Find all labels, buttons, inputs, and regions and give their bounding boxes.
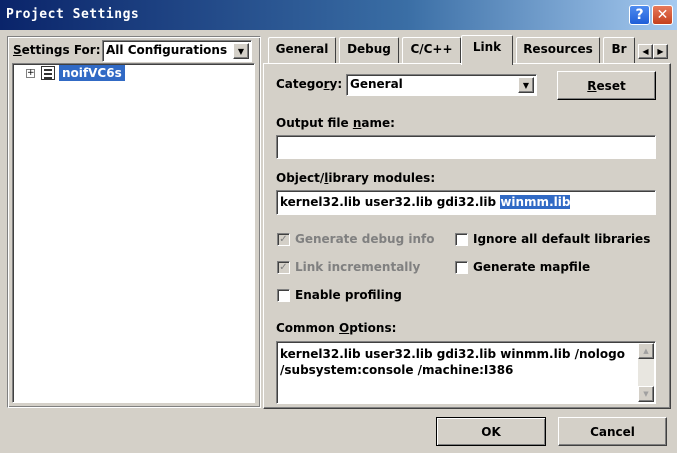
tree-expander-icon[interactable]: + bbox=[26, 69, 35, 78]
cancel-button[interactable]: Cancel bbox=[558, 417, 667, 446]
project-tree[interactable]: + noifVC6s bbox=[12, 63, 255, 403]
configuration-combo[interactable]: All Configurations ▼ bbox=[102, 40, 252, 62]
category-label: Category: bbox=[276, 77, 343, 91]
chevron-down-icon[interactable]: ▼ bbox=[233, 43, 249, 59]
link-incrementally-checkbox[interactable]: ✓ bbox=[277, 261, 290, 274]
category-combo[interactable]: General ▼ bbox=[346, 74, 537, 96]
category-value: General bbox=[350, 77, 403, 91]
help-button[interactable]: ? bbox=[629, 5, 650, 25]
vertical-scrollbar[interactable]: ▲ ▼ bbox=[638, 343, 654, 402]
mapfile-label: Generate mapfile bbox=[473, 260, 591, 274]
window-title: Project Settings bbox=[6, 7, 140, 22]
profiling-checkbox[interactable] bbox=[277, 289, 290, 302]
close-button[interactable]: ✕ bbox=[652, 5, 673, 25]
tab-scroll-right-button[interactable]: ▶ bbox=[653, 44, 668, 59]
output-file-label: Output file name: bbox=[276, 116, 395, 130]
common-options-label: Common Options: bbox=[276, 321, 397, 335]
ok-button[interactable]: OK bbox=[436, 417, 546, 446]
link-incrementally-label: Link incrementally bbox=[295, 260, 421, 274]
modules-selected-text: winmm.lib bbox=[500, 195, 571, 209]
tab-browse[interactable]: Br bbox=[603, 37, 635, 63]
chevron-down-icon[interactable]: ▼ bbox=[518, 77, 534, 93]
profiling-label: Enable profiling bbox=[295, 288, 402, 302]
debug-info-checkbox[interactable]: ✓ bbox=[277, 233, 290, 246]
help-icon: ? bbox=[635, 7, 644, 23]
scroll-up-button[interactable]: ▲ bbox=[638, 343, 654, 359]
close-icon: ✕ bbox=[656, 7, 669, 23]
common-options-line-1: kernel32.lib user32.lib gdi32.lib winmm.… bbox=[280, 347, 625, 361]
title-bar[interactable]: Project Settings ? ✕ bbox=[0, 0, 677, 30]
tab-link[interactable]: Link bbox=[461, 35, 513, 65]
tab-resources[interactable]: Resources bbox=[516, 37, 600, 63]
reset-button[interactable]: Reset bbox=[557, 71, 656, 100]
common-options-line-2: /subsystem:console /machine:I386 bbox=[280, 363, 514, 377]
tab-general[interactable]: General bbox=[268, 37, 336, 63]
tab-scroll-left-button[interactable]: ◀ bbox=[638, 44, 653, 59]
modules-input[interactable]: kernel32.lib user32.lib gdi32.lib winmm.… bbox=[276, 190, 656, 215]
output-file-input[interactable] bbox=[276, 135, 656, 159]
settings-for-label: Settings For: bbox=[13, 43, 101, 57]
modules-label: Object/library modules: bbox=[276, 171, 436, 185]
configuration-value: All Configurations bbox=[106, 43, 228, 57]
debug-info-label: Generate debug info bbox=[295, 232, 435, 246]
tab-c-cpp[interactable]: C/C++ bbox=[402, 37, 461, 63]
modules-value: kernel32.lib user32.lib gdi32.lib bbox=[280, 195, 501, 209]
scroll-down-button[interactable]: ▼ bbox=[638, 386, 654, 402]
mapfile-checkbox[interactable] bbox=[455, 261, 468, 274]
common-options-box[interactable]: kernel32.lib user32.lib gdi32.lib winmm.… bbox=[276, 341, 656, 404]
tree-item-project[interactable]: noifVC6s bbox=[59, 65, 125, 81]
tab-debug[interactable]: Debug bbox=[339, 37, 399, 63]
ignore-libs-label: Ignore all default libraries bbox=[473, 232, 651, 246]
project-icon bbox=[41, 66, 55, 80]
ignore-libs-checkbox[interactable] bbox=[455, 233, 468, 246]
